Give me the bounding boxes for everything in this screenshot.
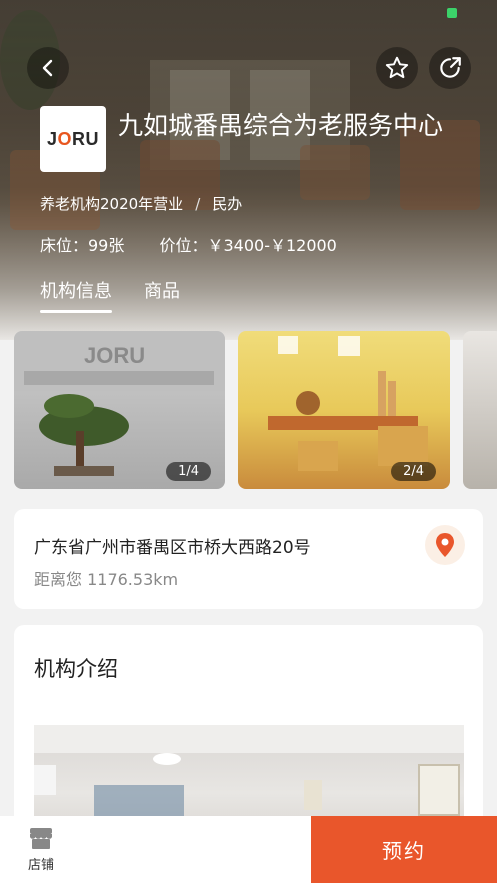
gallery-photo[interactable]: 2/4 [238, 331, 450, 489]
share-icon [440, 57, 461, 78]
book-button[interactable]: 预约 [311, 816, 497, 883]
map-button[interactable] [425, 525, 465, 565]
beds-label: 床位：99张 [40, 236, 125, 255]
meta-separator: / [195, 195, 201, 213]
address-card[interactable]: 广东省广州市番禺区市桥大西路20号 距离您 1176.53km [14, 509, 483, 609]
shop-label: 店铺 [27, 858, 54, 873]
tab-products[interactable]: 商品 [144, 277, 180, 311]
gallery-photo-partial[interactable] [463, 331, 497, 489]
ownership-label: 民办 [212, 195, 243, 213]
institution-logo: JORU [40, 106, 106, 172]
battery-indicator [447, 8, 457, 18]
photo-counter: 1/4 [166, 462, 211, 481]
tab-bar: 机构信息 商品 [40, 277, 212, 313]
intro-title: 机构介绍 [34, 657, 118, 681]
logo-wordmark: JORU [46, 128, 100, 149]
favorite-button[interactable] [376, 47, 418, 89]
institution-title: 九如城番禺综合为老服务中心 [118, 111, 444, 140]
shop-button[interactable]: 店铺 [0, 816, 82, 883]
tab-institution-info[interactable]: 机构信息 [40, 277, 112, 313]
photo-counter: 2/4 [391, 462, 436, 481]
status-bar [0, 0, 497, 26]
price-label: 价位：￥3400-￥12000 [159, 236, 337, 255]
photo-gallery[interactable]: JORU 1/4 2/4 [0, 331, 497, 491]
distance-text: 距离您 1176.53km [34, 570, 179, 589]
map-pin-icon [436, 533, 454, 557]
back-icon [42, 59, 53, 77]
category-label: 养老机构2020年营业 [40, 195, 184, 213]
svg-text:JORU: JORU [84, 343, 145, 368]
gallery-photo[interactable]: JORU 1/4 [14, 331, 225, 489]
capacity-price-row: 床位：99张 价位：￥3400-￥12000 [40, 232, 367, 256]
shop-icon [30, 828, 52, 849]
star-icon [385, 56, 409, 79]
address-text: 广东省广州市番禺区市桥大西路20号 [34, 538, 311, 558]
share-button[interactable] [429, 47, 471, 89]
institution-meta: 养老机构2020年营业 / 民办 [40, 193, 242, 214]
bottom-action-bar: 店铺 预约 [0, 816, 497, 883]
back-button[interactable] [27, 47, 69, 89]
